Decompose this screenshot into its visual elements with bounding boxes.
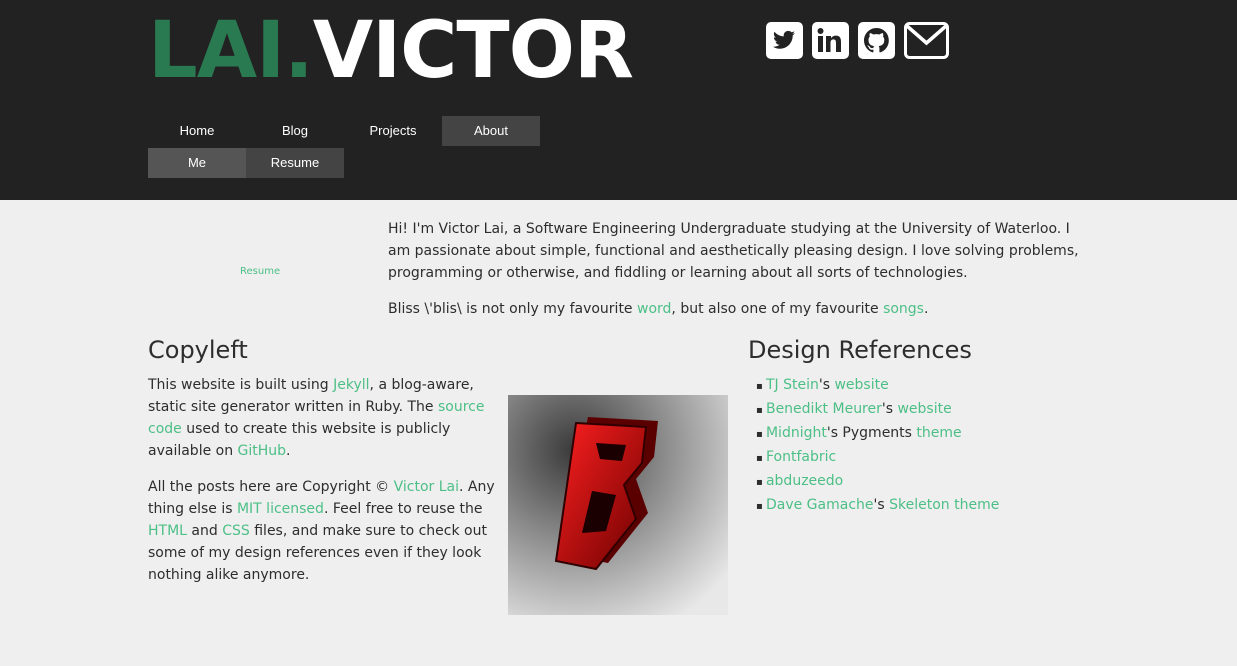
logo-part-victor: VICTOR	[312, 6, 634, 96]
github-icon[interactable]	[858, 22, 895, 59]
bliss-b-logo-image	[508, 395, 728, 615]
copyleft-paragraph-2: All the posts here are Copyright © Victo…	[148, 476, 500, 586]
twitter-icon[interactable]	[766, 22, 803, 59]
text: and	[186, 523, 223, 539]
design-references-heading: Design References	[748, 336, 972, 364]
jekyll-link[interactable]: Jekyll	[333, 377, 369, 393]
nav-home[interactable]: Home	[148, 116, 246, 146]
subnav-me[interactable]: Me	[148, 148, 246, 178]
list-item: Fontfabric	[756, 446, 999, 470]
nav-about[interactable]: About	[442, 116, 540, 146]
site-logo[interactable]: LAI.VICTOR	[148, 6, 634, 96]
text: This website is built using	[148, 377, 334, 393]
text: 's Pygments	[826, 425, 917, 441]
list-item: Benedikt Meurer's website	[756, 398, 999, 422]
ref-author-link[interactable]: Midnight	[766, 425, 827, 441]
mail-icon[interactable]	[904, 22, 949, 59]
victor-lai-link[interactable]: Victor Lai	[394, 479, 459, 495]
text: 's	[818, 377, 835, 393]
linkedin-icon[interactable]	[812, 22, 849, 59]
ref-author-link[interactable]: Fontfabric	[766, 449, 836, 465]
text: Bliss \'blis\ is not only my favourite	[388, 301, 637, 317]
text: used to create this website is publicly …	[148, 421, 451, 459]
subnav-resume[interactable]: Resume	[246, 148, 344, 178]
nav-blog[interactable]: Blog	[246, 116, 344, 146]
text: .	[286, 443, 291, 459]
list-item: Midnight's Pygments theme	[756, 422, 999, 446]
intro-paragraph: Hi! I'm Victor Lai, a Software Engineeri…	[388, 221, 1079, 281]
html-link[interactable]: HTML	[148, 523, 187, 539]
ref-site-link[interactable]: website	[897, 401, 951, 417]
copyleft-paragraph-1: This website is built using Jekyll, a bl…	[148, 374, 500, 462]
intro-section: Hi! I'm Victor Lai, a Software Engineeri…	[388, 218, 1088, 334]
songs-link[interactable]: songs	[883, 301, 924, 317]
github-link[interactable]: GitHub	[238, 443, 287, 459]
ref-site-link[interactable]: theme	[916, 425, 961, 441]
text: 's	[873, 497, 890, 513]
ref-site-link[interactable]: Skeleton theme	[889, 497, 999, 513]
css-link[interactable]: CSS	[222, 523, 250, 539]
intro-bliss-paragraph: Bliss \'blis\ is not only my favourite w…	[388, 298, 1088, 320]
nav-projects[interactable]: Projects	[344, 116, 442, 146]
text: . Feel free to reuse the	[323, 501, 483, 517]
text: .	[923, 301, 929, 317]
word-link[interactable]: word	[637, 301, 671, 317]
list-item: TJ Stein's website	[756, 374, 999, 398]
text: All the posts here are Copyright ©	[148, 479, 394, 495]
logo-part-lai: LAI.	[148, 6, 314, 96]
text: 's	[881, 401, 898, 417]
copyleft-heading: Copyleft	[148, 336, 248, 364]
design-references-list: TJ Stein's website Benedikt Meurer's web…	[756, 374, 999, 518]
list-item: Dave Gamache's Skeleton theme	[756, 494, 999, 518]
copyleft-text: This website is built using Jekyll, a bl…	[148, 374, 500, 600]
ref-author-link[interactable]: Benedikt Meurer	[766, 401, 882, 417]
ref-author-link[interactable]: abduzeedo	[766, 473, 843, 489]
ref-site-link[interactable]: website	[834, 377, 888, 393]
list-item: abduzeedo	[756, 470, 999, 494]
ref-author-link[interactable]: Dave Gamache	[766, 497, 874, 513]
site-header: LAI.VICTOR Home Blog Projects About Me R…	[0, 0, 1237, 200]
text: , but also one of my favourite	[671, 301, 884, 317]
mit-license-link[interactable]: MIT licensed	[237, 501, 324, 517]
ref-author-link[interactable]: TJ Stein	[766, 377, 819, 393]
sidebar-resume-link[interactable]: Resume	[240, 266, 280, 277]
